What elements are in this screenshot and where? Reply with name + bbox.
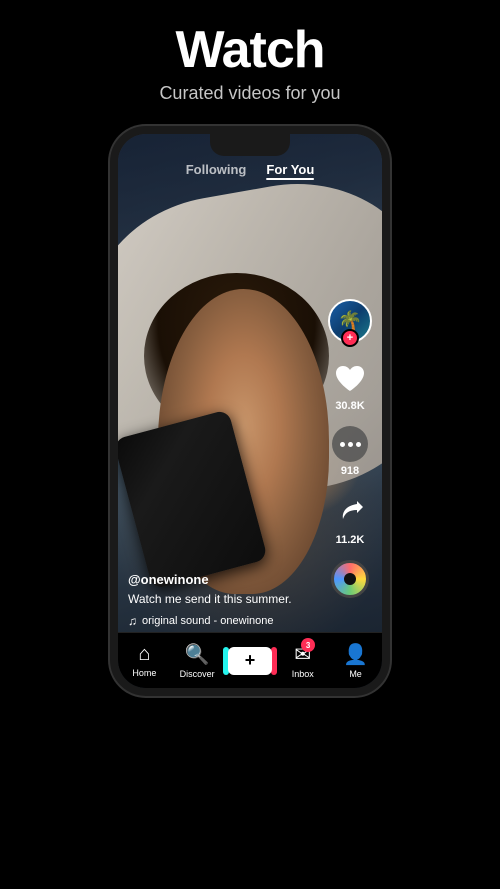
dot2 bbox=[348, 442, 353, 447]
bottom-nav: ⌂ Home 🔍 Discover + ✉ 3 Inbox 👤 bbox=[118, 632, 382, 688]
sound-info[interactable]: ♫ original sound - onewinone bbox=[128, 614, 322, 628]
following-tab[interactable]: Following bbox=[186, 162, 247, 177]
add-button[interactable]: + bbox=[228, 647, 272, 675]
phone-frame: Following For You 🌴 + bbox=[110, 126, 390, 696]
like-button[interactable] bbox=[332, 361, 368, 397]
video-top-nav: Following For You bbox=[118, 162, 382, 177]
music-disc-center bbox=[344, 573, 356, 585]
nav-discover[interactable]: 🔍 Discover bbox=[172, 642, 222, 679]
right-actions: 🌴 + 30.8K bbox=[328, 299, 372, 598]
comment-count: 918 bbox=[341, 465, 359, 477]
music-action[interactable] bbox=[331, 560, 369, 598]
dot1 bbox=[340, 442, 345, 447]
page-title: Watch bbox=[0, 22, 500, 79]
share-action[interactable]: 11.2K bbox=[330, 491, 370, 546]
creator-username[interactable]: @onewinone bbox=[128, 572, 322, 587]
music-note-icon: ♫ bbox=[128, 614, 137, 628]
phone-notch bbox=[210, 134, 290, 156]
nav-inbox[interactable]: ✉ 3 Inbox bbox=[278, 642, 328, 679]
discover-label: Discover bbox=[180, 669, 215, 679]
header: Watch Curated videos for you bbox=[0, 0, 500, 114]
video-caption: Watch me send it this summer. bbox=[128, 591, 322, 608]
follow-plus-button[interactable]: + bbox=[341, 329, 359, 347]
music-disc bbox=[331, 560, 369, 598]
for-you-tab[interactable]: For You bbox=[266, 162, 314, 177]
heart-icon bbox=[334, 364, 366, 394]
home-label: Home bbox=[132, 668, 156, 678]
creator-avatar-item[interactable]: 🌴 + bbox=[328, 299, 372, 347]
dot3 bbox=[356, 442, 361, 447]
video-info: @onewinone Watch me send it this summer.… bbox=[128, 572, 322, 628]
inbox-badge: 3 bbox=[301, 638, 315, 652]
comment-action[interactable]: 918 bbox=[332, 426, 368, 477]
inbox-icon: ✉ 3 bbox=[294, 642, 311, 667]
like-action[interactable]: 30.8K bbox=[332, 361, 368, 412]
home-icon: ⌂ bbox=[138, 643, 150, 666]
phone-mockup: Following For You 🌴 + bbox=[110, 126, 390, 696]
share-count: 11.2K bbox=[336, 534, 365, 546]
discover-icon: 🔍 bbox=[185, 642, 210, 667]
share-button[interactable] bbox=[330, 491, 370, 531]
inbox-label: Inbox bbox=[292, 669, 314, 679]
me-icon: 👤 bbox=[343, 642, 368, 667]
avatar-container: 🌴 + bbox=[328, 299, 372, 343]
add-icon: + bbox=[228, 647, 272, 675]
sound-name: original sound - onewinone bbox=[142, 615, 273, 627]
me-label: Me bbox=[349, 669, 362, 679]
share-icon bbox=[335, 497, 365, 525]
nav-add[interactable]: + bbox=[225, 647, 275, 675]
comment-button[interactable] bbox=[332, 426, 368, 462]
nav-me[interactable]: 👤 Me bbox=[331, 642, 381, 679]
like-count: 30.8K bbox=[335, 400, 364, 412]
nav-home[interactable]: ⌂ Home bbox=[119, 643, 169, 678]
page-subtitle: Curated videos for you bbox=[0, 83, 500, 104]
